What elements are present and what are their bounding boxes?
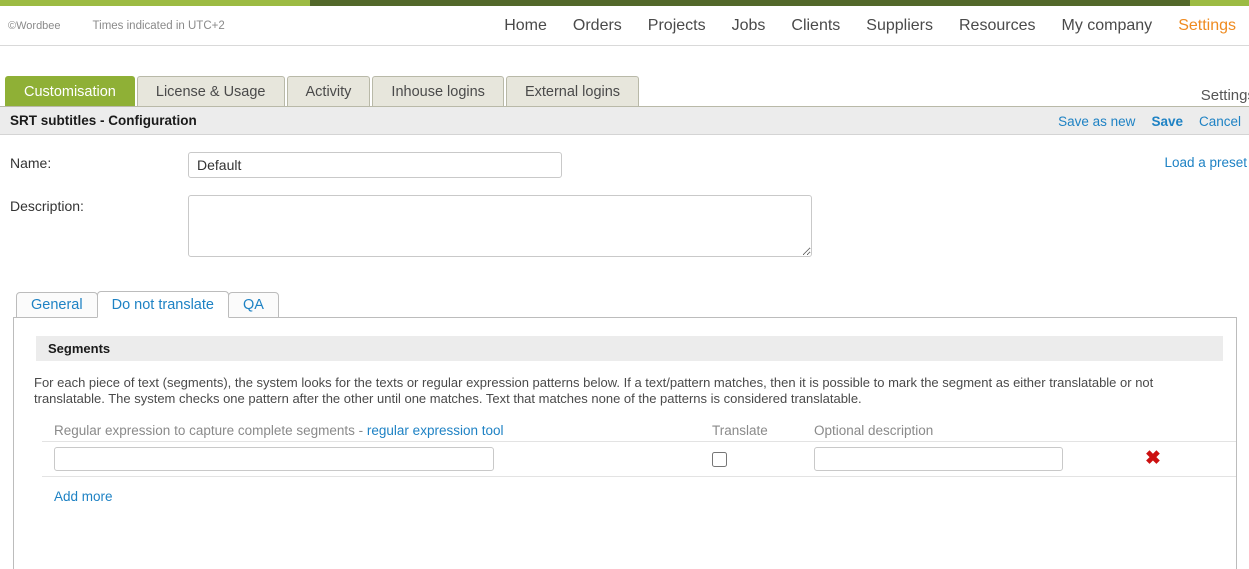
segments-grid-header: Regular expression to capture complete s… — [42, 419, 1236, 441]
nav-item-jobs[interactable]: Jobs — [719, 6, 779, 46]
column-header-optional-description: Optional description — [814, 423, 1114, 438]
main-navigation: Home Orders Projects Jobs Clients Suppli… — [491, 6, 1249, 46]
nav-item-suppliers[interactable]: Suppliers — [853, 6, 946, 46]
segments-rule-grid: Regular expression to capture complete s… — [42, 419, 1236, 504]
tab-external-logins[interactable]: External logins — [506, 76, 639, 106]
delete-row-icon[interactable]: ✖ — [1144, 450, 1162, 468]
configuration-form: Load a preset Name: Description: — [0, 152, 1249, 257]
section-tab-strip: Customisation License & Usage Activity I… — [0, 75, 1249, 107]
cancel-link[interactable]: Cancel — [1199, 114, 1241, 129]
description-row: Description: — [10, 195, 1249, 257]
brand-label: ©Wordbee — [0, 20, 61, 32]
utc-note: Times indicated in UTC+2 — [93, 20, 225, 32]
tab-customisation[interactable]: Customisation — [5, 76, 135, 106]
add-more-link[interactable]: Add more — [54, 489, 113, 504]
segments-description-text: For each piece of text (segments), the s… — [34, 375, 1218, 407]
regular-expression-tool-link[interactable]: regular expression tool — [367, 423, 504, 438]
do-not-translate-panel: Segments For each piece of text (segment… — [13, 317, 1237, 569]
description-textarea[interactable] — [188, 195, 812, 257]
translate-cell — [712, 452, 814, 467]
inner-tab-strip: General Do not translate QA — [13, 291, 1237, 318]
translate-checkbox[interactable] — [712, 452, 727, 467]
app-header: ©Wordbee Times indicated in UTC+2 Home O… — [0, 6, 1249, 46]
delete-cell: ✖ — [1114, 450, 1234, 468]
name-row: Name: — [10, 152, 1249, 178]
tab-activity[interactable]: Activity — [287, 76, 371, 106]
nav-item-my-company[interactable]: My company — [1048, 6, 1165, 46]
save-link[interactable]: Save — [1151, 114, 1183, 129]
section-right-label: Settings — [1201, 87, 1249, 104]
configuration-actions: Save as new Save Cancel — [1058, 107, 1241, 135]
load-preset-link[interactable]: Load a preset — [1164, 155, 1247, 170]
regex-cell — [42, 447, 712, 471]
nav-item-clients[interactable]: Clients — [778, 6, 853, 46]
nav-item-settings[interactable]: Settings — [1165, 6, 1249, 46]
nav-item-resources[interactable]: Resources — [946, 6, 1048, 46]
regex-input[interactable] — [54, 447, 494, 471]
settings-tab-container: General Do not translate QA Segments For… — [13, 291, 1237, 569]
table-row: ✖ — [42, 441, 1236, 477]
nav-item-home[interactable]: Home — [491, 6, 560, 46]
column-header-translate: Translate — [712, 423, 814, 438]
optional-description-cell — [814, 447, 1114, 471]
description-label: Description: — [10, 195, 188, 214]
configuration-title-bar: SRT subtitles - Configuration Save as ne… — [0, 107, 1249, 135]
name-input[interactable] — [188, 152, 562, 178]
page-title: SRT subtitles - Configuration — [10, 113, 197, 128]
save-as-new-link[interactable]: Save as new — [1058, 114, 1135, 129]
tab-inhouse-logins[interactable]: Inhouse logins — [372, 76, 504, 106]
name-label: Name: — [10, 152, 188, 171]
nav-item-projects[interactable]: Projects — [635, 6, 719, 46]
inner-tab-do-not-translate[interactable]: Do not translate — [97, 291, 229, 318]
optional-description-input[interactable] — [814, 447, 1063, 471]
segments-section-header: Segments — [36, 336, 1223, 361]
tab-license-and-usage[interactable]: License & Usage — [137, 76, 285, 106]
inner-tab-qa[interactable]: QA — [228, 292, 279, 318]
inner-tab-general[interactable]: General — [16, 292, 98, 318]
column-header-regex-text: Regular expression to capture complete s… — [54, 423, 367, 438]
column-header-regex: Regular expression to capture complete s… — [42, 423, 712, 438]
nav-item-orders[interactable]: Orders — [560, 6, 635, 46]
